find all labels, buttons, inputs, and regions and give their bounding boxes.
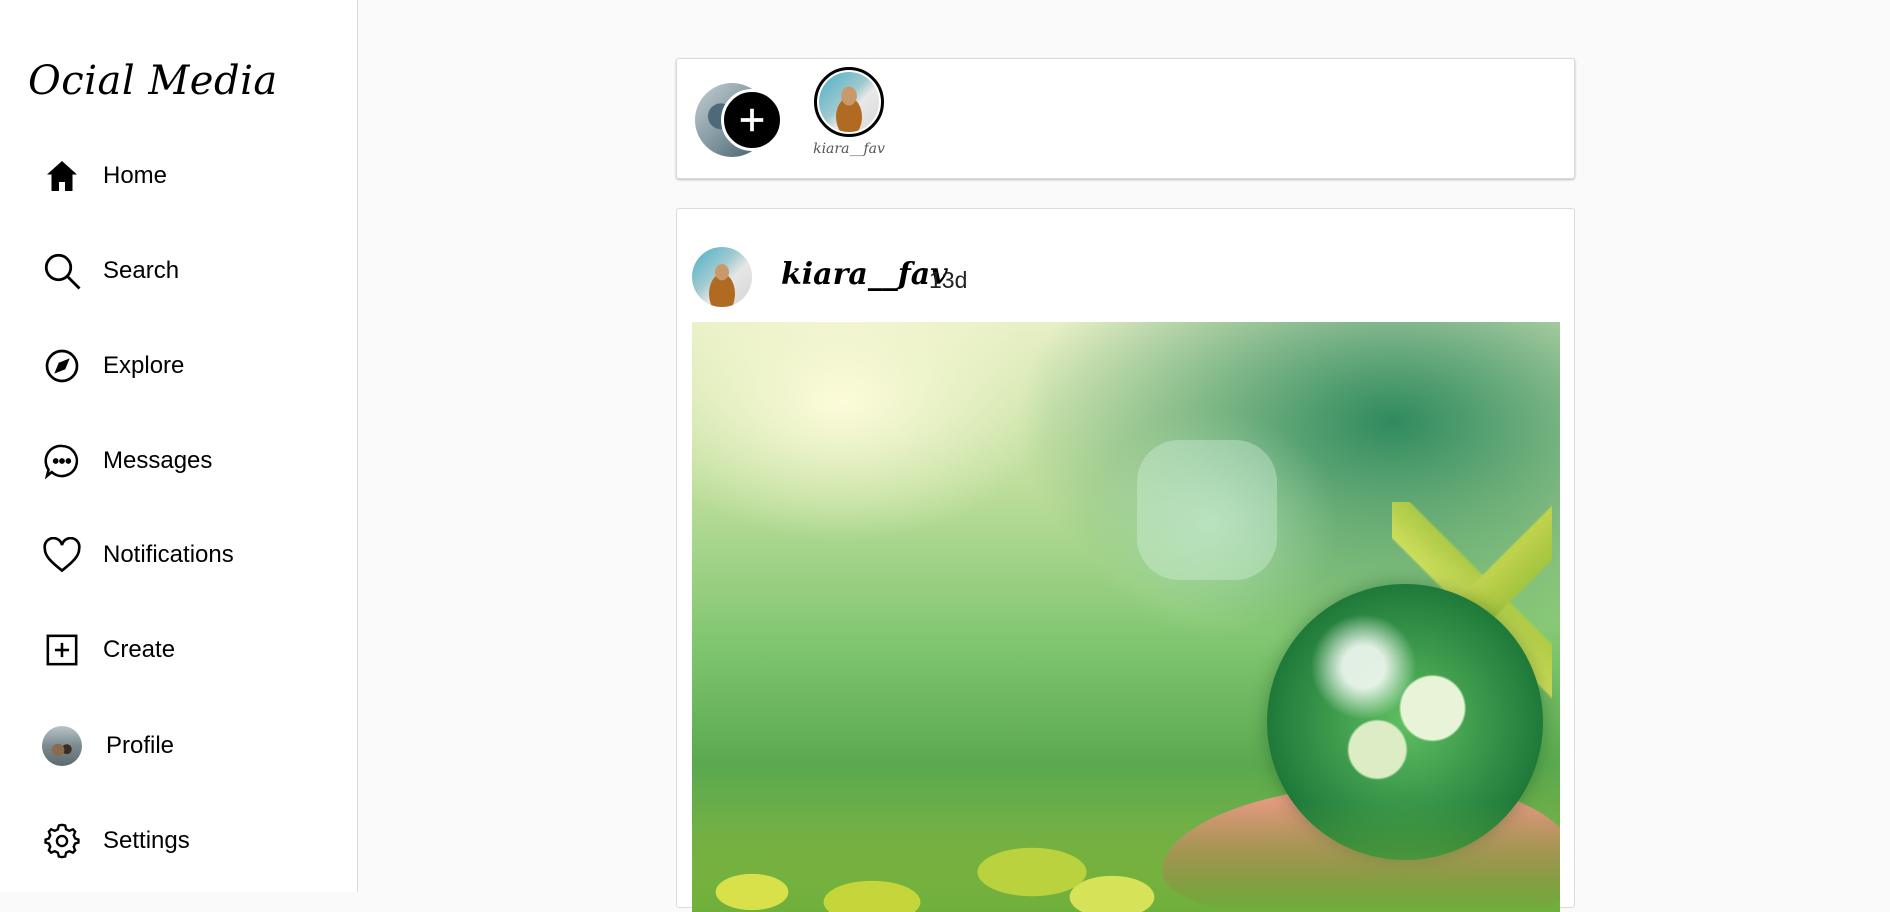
gear-icon	[40, 819, 84, 863]
sidebar-item-label: Home	[103, 162, 168, 189]
story-item[interactable]: kiara__fav	[811, 67, 887, 157]
sidebar-item-label: Settings	[103, 827, 190, 854]
sidebar-item-label: Explore	[103, 352, 185, 379]
sidebar-item-profile[interactable]: Profile	[40, 718, 174, 774]
sidebar-item-explore[interactable]: Explore	[40, 338, 184, 394]
avatar	[42, 726, 82, 766]
brand-logo[interactable]: Ocial Media	[28, 58, 278, 104]
compass-icon	[40, 344, 84, 388]
sidebar-item-label: Profile	[106, 732, 175, 759]
post-author-avatar[interactable]	[692, 247, 752, 307]
home-icon	[40, 154, 84, 198]
sidebar-item-home[interactable]: Home	[40, 148, 167, 204]
sidebar-item-notifications[interactable]: Notifications	[40, 527, 234, 583]
sidebar-item-label: Search	[103, 257, 180, 284]
story-avatar	[814, 67, 884, 137]
story-username: kiara__fav	[813, 141, 885, 157]
plus-square-icon	[40, 628, 84, 672]
profile-avatar	[40, 724, 84, 768]
sidebar-item-create[interactable]: Create	[40, 622, 175, 678]
sidebar: Ocial Media Home Search Explore Messages…	[0, 0, 358, 892]
heart-icon	[40, 533, 84, 577]
sidebar-item-label: Notifications	[103, 541, 234, 568]
sidebar-item-label: Messages	[103, 447, 213, 474]
post-image[interactable]	[692, 322, 1560, 912]
post-card: kiara__fav 13d	[676, 208, 1575, 912]
post-username[interactable]: kiara__fav	[781, 257, 948, 292]
sidebar-item-messages[interactable]: Messages	[40, 433, 212, 489]
message-icon	[40, 439, 84, 483]
plus-icon	[740, 108, 764, 132]
post-timestamp: 13d	[929, 267, 968, 293]
stories-bar: kiara__fav	[676, 58, 1575, 179]
sidebar-item-settings[interactable]: Settings	[40, 813, 190, 869]
search-icon	[40, 249, 84, 293]
sidebar-item-label: Create	[103, 636, 176, 663]
add-story-button[interactable]	[721, 89, 783, 151]
sidebar-item-search[interactable]: Search	[40, 243, 179, 299]
